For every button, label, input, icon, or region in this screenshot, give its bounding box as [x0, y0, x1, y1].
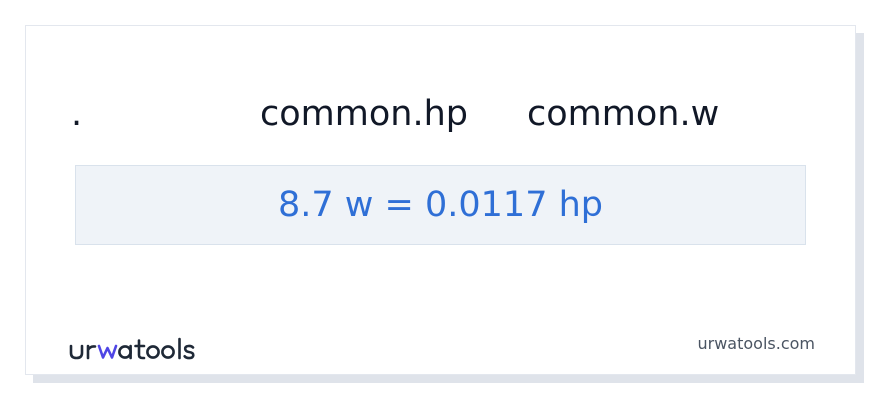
conversion-card: . common.hp common.w 8.7 w = 0.0117 hp u…: [25, 25, 856, 375]
brand-logo: [69, 334, 214, 364]
conversion-result: 8.7 w = 0.0117 hp: [278, 185, 603, 225]
column-header-row: . common.hp common.w: [26, 92, 855, 136]
urwatools-logo-icon: [69, 337, 195, 360]
header-first-column: .: [71, 94, 83, 134]
result-box: 8.7 w = 0.0117 hp: [75, 165, 806, 245]
header-from-unit: common.hp: [260, 94, 468, 134]
site-url[interactable]: urwatools.com: [698, 334, 816, 354]
header-to-unit: common.w: [527, 94, 720, 134]
